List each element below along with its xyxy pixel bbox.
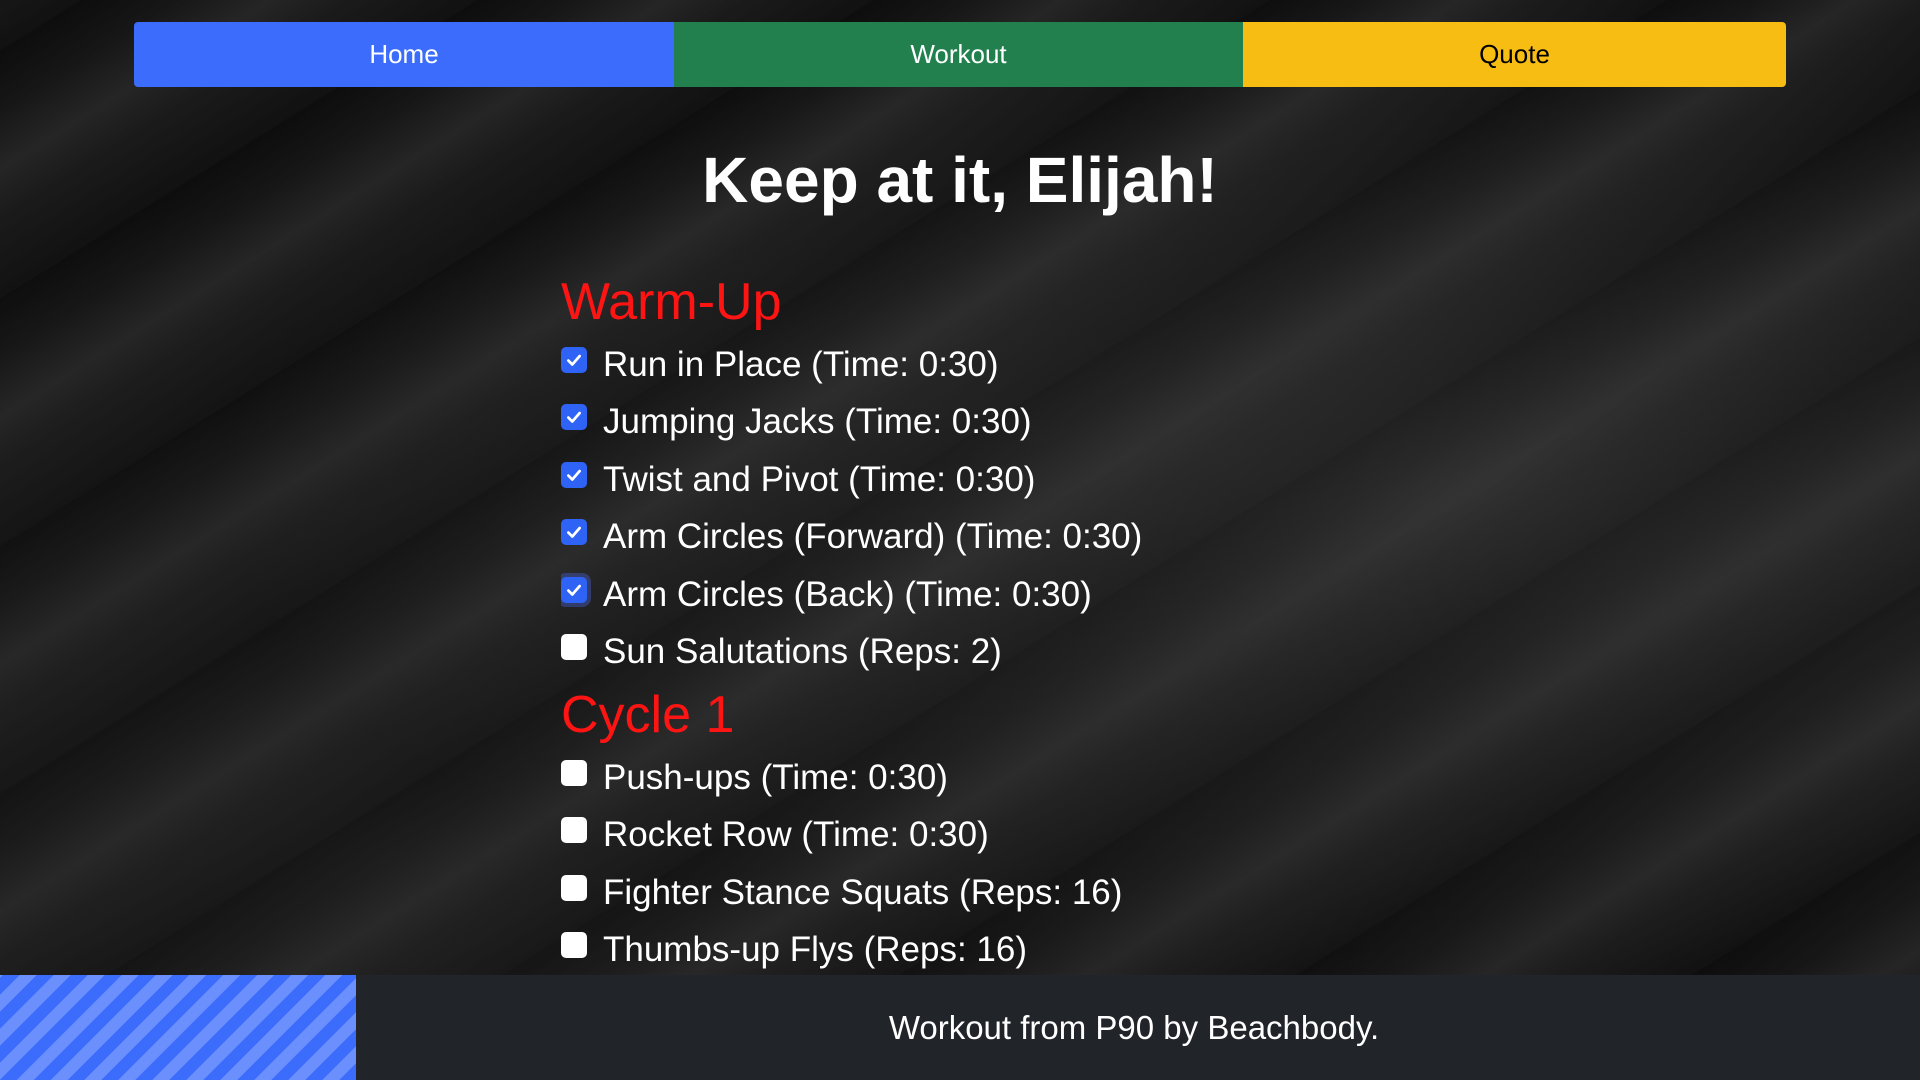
exercise-checkbox[interactable] [561,874,587,901]
footer: Workout from P90 by Beachbody. [0,975,1920,1080]
footer-credit-text: Workout from P90 by Beachbody. [888,1008,1380,1046]
exercise-label: Fighter Stance Squats (Reps: 16) [603,872,1123,912]
checkmark-icon [567,469,581,481]
exercise-item[interactable]: Fighter Stance Squats (Reps: 16) [561,864,1461,922]
top-nav: Home Workout Quote [134,22,1786,87]
exercise-label: Sun Salutations (Reps: 2) [603,632,1002,672]
workout-checklist[interactable]: Warm-Up Run in Place (Time: 0:30) Jumpin… [561,268,1461,975]
exercise-checkbox[interactable] [561,576,587,603]
exercise-label: Arm Circles (Forward) (Time: 0:30) [603,517,1143,557]
exercise-item[interactable]: Run in Place (Time: 0:30) [561,336,1461,394]
nav-workout-button[interactable]: Workout [674,22,1243,87]
exercise-label: Arm Circles (Back) (Time: 0:30) [603,574,1092,614]
section-title-cycle-1: Cycle 1 [561,686,735,744]
exercise-item[interactable]: Twist and Pivot (Time: 0:30) [561,451,1461,509]
checkmark-icon [567,411,581,424]
exercise-item[interactable]: Push-ups (Time: 0:30) [561,749,1461,807]
exercise-label: Twist and Pivot (Time: 0:30) [603,459,1036,499]
checkmark-icon [567,584,581,596]
exercise-label: Push-ups (Time: 0:30) [603,757,948,797]
exercise-checkbox[interactable] [561,817,587,844]
exercise-checkbox[interactable] [561,759,587,786]
exercise-label: Run in Place (Time: 0:30) [603,344,999,384]
exercise-checkbox[interactable] [561,932,587,959]
exercise-item[interactable]: Arm Circles (Back) (Time: 0:30) [561,566,1461,624]
section-title-warm-up: Warm-Up [561,273,782,331]
exercise-label: Rocket Row (Time: 0:30) [603,815,989,855]
footer-stripe-decoration [0,975,356,1080]
exercise-label: Thumbs-up Flys (Reps: 16) [603,930,1028,970]
page-title: Keep at it, Elijah! [702,144,1218,216]
exercise-item[interactable]: Jumping Jacks (Time: 0:30) [561,394,1461,452]
exercise-item[interactable]: Arm Circles (Forward) (Time: 0:30) [561,509,1461,567]
exercise-item[interactable]: Thumbs-up Flys (Reps: 16) [561,922,1461,976]
checkmark-icon [567,526,581,539]
exercise-checkbox[interactable] [561,519,587,546]
exercise-item[interactable]: Sun Salutations (Reps: 2) [561,624,1461,682]
checkmark-icon [567,354,581,366]
exercise-checkbox[interactable] [561,404,587,431]
exercise-checkbox[interactable] [561,461,587,488]
exercise-checkbox[interactable] [561,634,587,661]
exercise-item[interactable]: Rocket Row (Time: 0:30) [561,807,1461,865]
nav-quote-button[interactable]: Quote [1243,22,1786,87]
exercise-checkbox[interactable] [561,346,587,373]
exercise-label: Jumping Jacks (Time: 0:30) [603,402,1032,442]
nav-home-button[interactable]: Home [134,22,674,87]
